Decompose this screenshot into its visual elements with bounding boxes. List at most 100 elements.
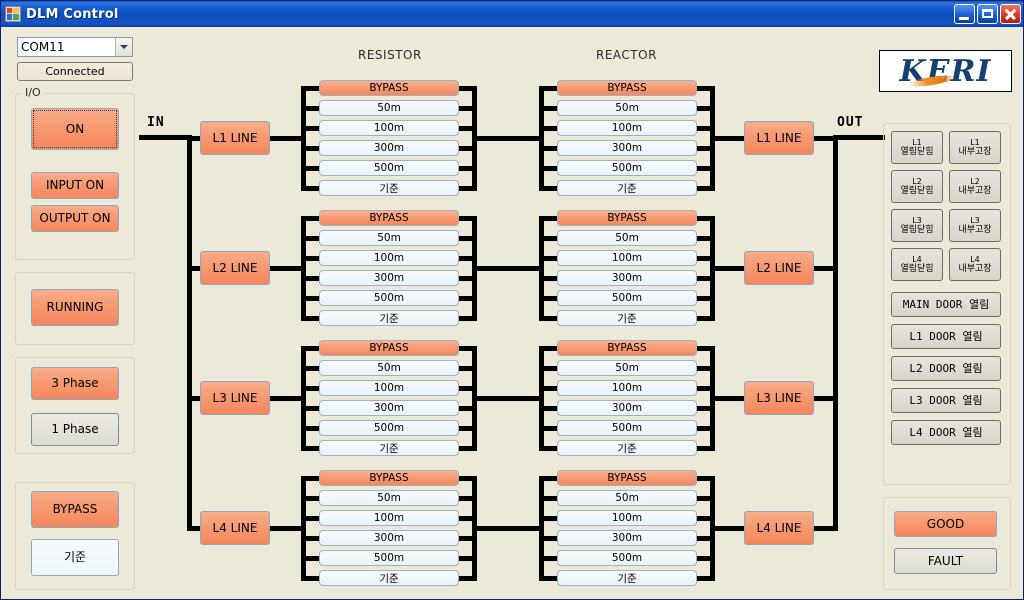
resistor-step-4-3[interactable]: 100m xyxy=(319,510,459,526)
minimize-icon[interactable] xyxy=(954,4,975,24)
wire-in-spur-2 xyxy=(187,266,200,271)
line-button-right-l1[interactable]: L1 LINE xyxy=(744,121,814,155)
l1-fault-indicator-button[interactable]: L1 내부고장 xyxy=(949,131,1001,164)
resistor-step-2-6[interactable]: 기준 xyxy=(319,310,459,326)
resistor-step-2-1[interactable]: BYPASS xyxy=(319,210,459,226)
line-button-left-l1[interactable]: L1 LINE xyxy=(200,121,270,155)
indicator-line-label: L4 xyxy=(970,254,980,264)
line-button-left-l4[interactable]: L4 LINE xyxy=(200,511,270,545)
reactor-step-4-3[interactable]: 100m xyxy=(557,510,697,526)
l2-door-indicator-button[interactable]: L2 열림닫힘 xyxy=(891,170,943,203)
comb-resistor-left-1-stub-3 xyxy=(301,126,319,131)
resistor-step-4-4[interactable]: 300m xyxy=(319,530,459,546)
reactor-step-3-6[interactable]: 기준 xyxy=(557,440,697,456)
reactor-step-2-1[interactable]: BYPASS xyxy=(557,210,697,226)
resistor-bank-l1: BYPASS 50m 100m 300m 500m 기준 xyxy=(319,80,459,196)
indicator-line-label: L3 xyxy=(912,215,922,225)
line-button-right-l3[interactable]: L3 LINE xyxy=(744,381,814,415)
reactor-step-4-5[interactable]: 500m xyxy=(557,550,697,566)
l3-fault-indicator-button[interactable]: L3 내부고장 xyxy=(949,209,1001,242)
reactor-step-2-3[interactable]: 100m xyxy=(557,250,697,266)
wire-line-to-out-1 xyxy=(814,136,838,141)
reactor-step-4-4[interactable]: 300m xyxy=(557,530,697,546)
comb-resistor-right-1-stub-1 xyxy=(459,86,477,91)
reactor-step-1-1[interactable]: BYPASS xyxy=(557,80,697,96)
resistor-step-2-4[interactable]: 300m xyxy=(319,270,459,286)
indicator-state-label: 열림닫힘 xyxy=(900,263,934,274)
reactor-step-2-6[interactable]: 기준 xyxy=(557,310,697,326)
line-button-right-l2[interactable]: L2 LINE xyxy=(744,251,814,285)
reactor-step-4-6[interactable]: 기준 xyxy=(557,570,697,586)
l1-door-indicator-button[interactable]: L1 열림닫힘 xyxy=(891,131,943,164)
comb-resistor-left-3-stub-1 xyxy=(301,346,319,351)
comb-resistor-left-2-stub-2 xyxy=(301,236,319,241)
resistor-step-1-2[interactable]: 50m xyxy=(319,100,459,116)
indicator-state-label: 열림닫힘 xyxy=(900,185,934,196)
resistor-step-3-4[interactable]: 300m xyxy=(319,400,459,416)
line-button-right-l4[interactable]: L4 LINE xyxy=(744,511,814,545)
resistor-step-1-3[interactable]: 100m xyxy=(319,120,459,136)
indicator-line-label: L2 xyxy=(970,176,980,186)
resistor-step-4-6[interactable]: 기준 xyxy=(319,570,459,586)
line-button-left-l3[interactable]: L3 LINE xyxy=(200,381,270,415)
comb-resistor-left-4-spine xyxy=(301,476,306,580)
indicator-state-label: 내부고장 xyxy=(958,185,992,196)
comb-resistor-left-4-stub-6 xyxy=(301,576,319,581)
reactor-step-3-3[interactable]: 100m xyxy=(557,380,697,396)
resistor-step-3-6[interactable]: 기준 xyxy=(319,440,459,456)
comb-reactor-right-3-stub-1 xyxy=(697,346,715,351)
window-title: DLM Control xyxy=(26,6,119,22)
resistor-step-2-2[interactable]: 50m xyxy=(319,230,459,246)
reactor-step-3-1[interactable]: BYPASS xyxy=(557,340,697,356)
resistor-step-1-5[interactable]: 500m xyxy=(319,160,459,176)
reactor-step-2-2[interactable]: 50m xyxy=(557,230,697,246)
resistor-step-1-4[interactable]: 300m xyxy=(319,140,459,156)
reactor-bank-l2: BYPASS 50m 100m 300m 500m 기준 xyxy=(557,210,697,326)
reactor-step-4-1[interactable]: BYPASS xyxy=(557,470,697,486)
resistor-step-2-3[interactable]: 100m xyxy=(319,250,459,266)
reactor-step-2-5[interactable]: 500m xyxy=(557,290,697,306)
l4-door-indicator-button[interactable]: L4 열림닫힘 xyxy=(891,248,943,281)
comb-resistor-right-2-stub-5 xyxy=(459,296,477,301)
resistor-step-4-2[interactable]: 50m xyxy=(319,490,459,506)
resistor-step-3-1[interactable]: BYPASS xyxy=(319,340,459,356)
door-status-button-5[interactable]: L4 DOOR 열림 xyxy=(891,420,1001,445)
resistor-step-4-1[interactable]: BYPASS xyxy=(319,470,459,486)
reactor-step-1-6[interactable]: 기준 xyxy=(557,180,697,196)
reactor-step-1-2[interactable]: 50m xyxy=(557,100,697,116)
resistor-step-3-3[interactable]: 100m xyxy=(319,380,459,396)
resistor-step-4-5[interactable]: 500m xyxy=(319,550,459,566)
fault-status-button[interactable]: FAULT xyxy=(894,548,997,574)
reactor-step-1-4[interactable]: 300m xyxy=(557,140,697,156)
reactor-step-1-3[interactable]: 100m xyxy=(557,120,697,136)
resistor-step-1-6[interactable]: 기준 xyxy=(319,180,459,196)
comb-resistor-right-2-stub-1 xyxy=(459,216,477,221)
resistor-step-1-1[interactable]: BYPASS xyxy=(319,80,459,96)
comb-reactor-left-1-stub-3 xyxy=(539,126,557,131)
comb-reactor-left-1-stub-5 xyxy=(539,166,557,171)
l4-fault-indicator-button[interactable]: L4 내부고장 xyxy=(949,248,1001,281)
comb-resistor-left-1-stub-6 xyxy=(301,186,319,191)
good-status-button[interactable]: GOOD xyxy=(894,511,997,537)
door-status-button-1[interactable]: MAIN DOOR 열림 xyxy=(891,292,1001,317)
door-status-button-3[interactable]: L2 DOOR 열림 xyxy=(891,356,1001,381)
reactor-step-2-4[interactable]: 300m xyxy=(557,270,697,286)
reactor-step-3-2[interactable]: 50m xyxy=(557,360,697,376)
l3-door-indicator-button[interactable]: L3 열림닫힘 xyxy=(891,209,943,242)
reactor-step-3-4[interactable]: 300m xyxy=(557,400,697,416)
wire-in-spur-4 xyxy=(187,526,200,531)
door-status-button-2[interactable]: L1 DOOR 열림 xyxy=(891,324,1001,349)
resistor-step-3-2[interactable]: 50m xyxy=(319,360,459,376)
door-status-button-4[interactable]: L3 DOOR 열림 xyxy=(891,388,1001,413)
resistor-step-3-5[interactable]: 500m xyxy=(319,420,459,436)
reactor-step-1-5[interactable]: 500m xyxy=(557,160,697,176)
l2-fault-indicator-button[interactable]: L2 내부고장 xyxy=(949,170,1001,203)
comb-reactor-left-2-stub-2 xyxy=(539,236,557,241)
close-icon[interactable] xyxy=(1000,4,1021,24)
comb-resistor-left-3-stub-6 xyxy=(301,446,319,451)
reactor-step-3-5[interactable]: 500m xyxy=(557,420,697,436)
line-button-left-l2[interactable]: L2 LINE xyxy=(200,251,270,285)
maximize-icon[interactable] xyxy=(977,4,998,24)
resistor-step-2-5[interactable]: 500m xyxy=(319,290,459,306)
reactor-step-4-2[interactable]: 50m xyxy=(557,490,697,506)
